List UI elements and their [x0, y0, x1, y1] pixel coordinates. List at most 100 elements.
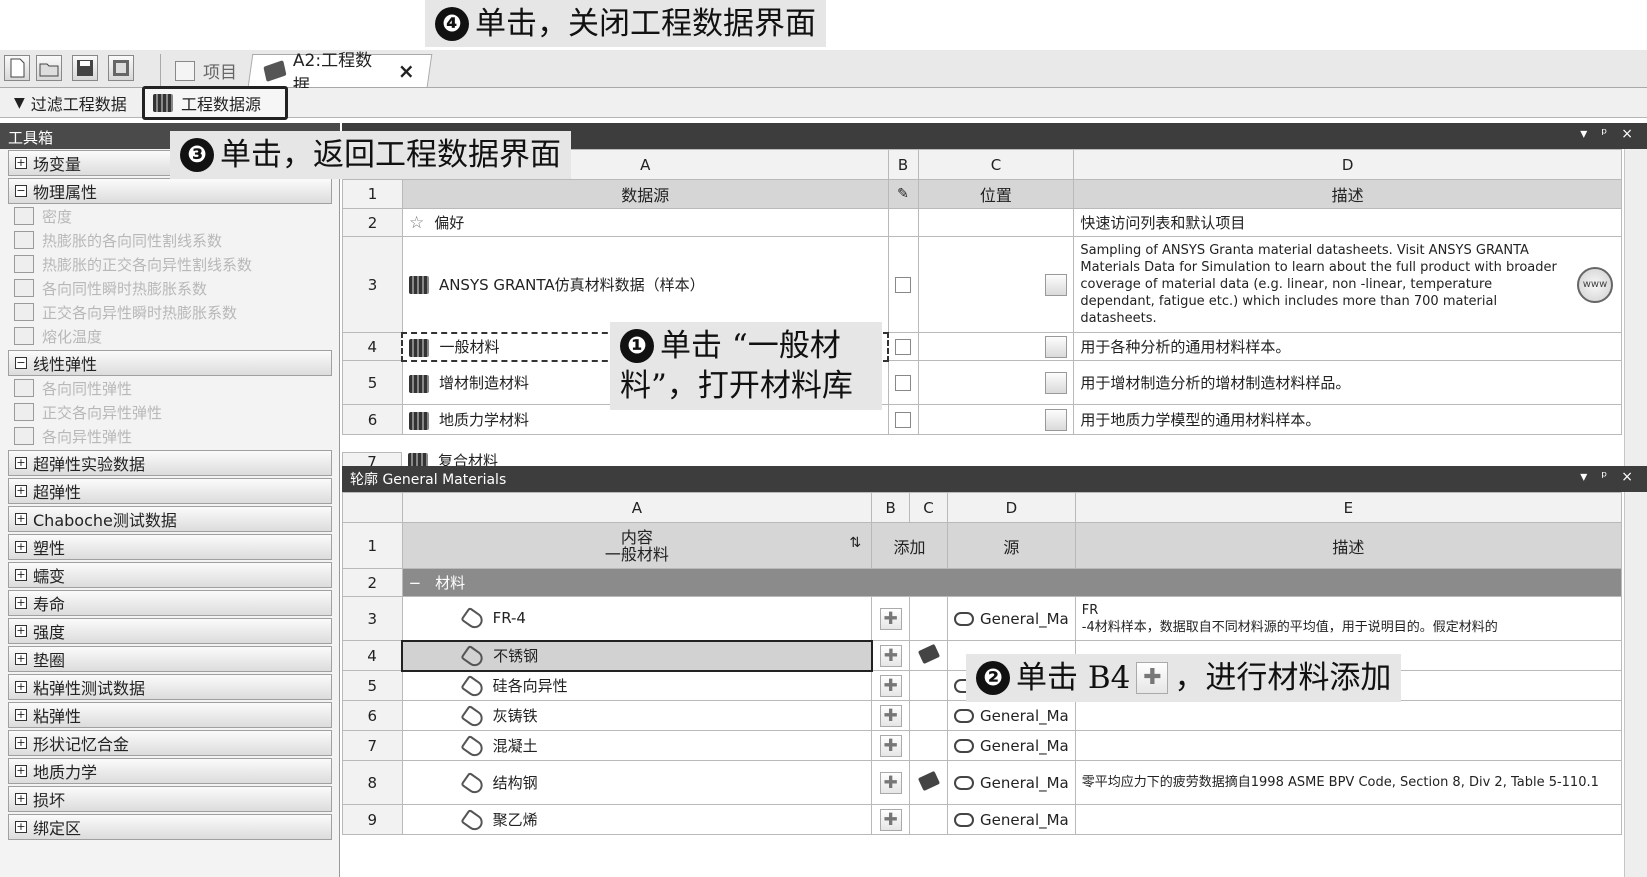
table-row[interactable]: 9 聚乙烯 ✚ General_Ma	[342, 804, 1623, 835]
expand-icon[interactable]: +	[15, 709, 27, 721]
column-header[interactable]: C	[917, 149, 1075, 180]
toolbox-item[interactable]: 正交各向异性弹性	[14, 401, 162, 423]
table-row[interactable]: 5 增材制造材料 用于增材制造分析的增材制造材料样品。	[342, 360, 1622, 405]
expand-icon[interactable]: +	[15, 821, 27, 833]
expand-icon[interactable]: +	[15, 597, 27, 609]
panel-pin-icon[interactable]: ᵖ	[1601, 469, 1607, 485]
expand-icon[interactable]: +	[15, 793, 27, 805]
collapse-icon[interactable]: −	[15, 357, 27, 369]
browse-icon[interactable]	[1045, 371, 1068, 394]
toolbox-cat-linear-elastic[interactable]: − 线性弹性	[8, 350, 332, 376]
open-folder-icon[interactable]	[36, 55, 62, 81]
save-as-icon[interactable]	[108, 55, 134, 81]
source-cell[interactable]: 复合材料	[408, 452, 498, 466]
edit-pencil-icon[interactable]: ✎	[887, 179, 919, 209]
table-row[interactable]: 3 FR-4 ✚ General_Ma FR -4材料样本，数据取自不同材料源的…	[342, 596, 1623, 641]
save-icon[interactable]	[72, 55, 98, 81]
column-header[interactable]: D	[947, 492, 1076, 523]
expand-icon[interactable]: +	[15, 737, 27, 749]
toolbox-cat-geomechanics[interactable]: + 地质力学	[8, 758, 332, 784]
table-row[interactable]: 2 ☆ 偏好 快速访问列表和默认项目	[342, 208, 1622, 237]
column-header[interactable]: D	[1073, 149, 1622, 180]
panel-dropdown-icon[interactable]: ▾	[1580, 469, 1587, 485]
panel-close-icon[interactable]: ×	[1621, 126, 1633, 142]
toolbox-cat-bonded-zone[interactable]: + 绑定区	[8, 814, 332, 840]
www-icon[interactable]: www	[1577, 267, 1613, 303]
toolbox-cat-viscoelastic[interactable]: + 粘弹性	[8, 702, 332, 728]
browse-icon[interactable]	[1045, 335, 1068, 358]
toolbox-cat-viscoelastic-test[interactable]: + 粘弹性测试数据	[8, 674, 332, 700]
panel-dropdown-icon[interactable]: ▾	[1580, 126, 1587, 142]
toolbox-item[interactable]: 密度	[14, 205, 72, 227]
expand-icon[interactable]: +	[15, 157, 27, 169]
table-row[interactable]: 6 地质力学材料 用于地质力学模型的通用材料样本。	[342, 404, 1622, 435]
add-material-button-b4[interactable]: ✚	[879, 644, 902, 667]
toolbox-item[interactable]: 热膨胀的各向同性割线系数	[14, 229, 222, 251]
column-header[interactable]: C	[909, 492, 948, 523]
add-material-button[interactable]: ✚	[879, 704, 902, 727]
edit-checkbox[interactable]	[895, 375, 911, 391]
browse-icon[interactable]	[1045, 408, 1068, 431]
material-cell[interactable]: 硅各向异性	[401, 670, 873, 701]
add-material-button[interactable]: ✚	[879, 771, 902, 794]
edit-checkbox[interactable]	[895, 339, 912, 355]
toolbox-cat-physical-properties[interactable]: − 物理属性	[8, 178, 332, 204]
material-cell[interactable]: 灰铸铁	[401, 700, 873, 731]
toolbox-cat-life[interactable]: + 寿命	[8, 590, 332, 616]
toolbox-cat-creep[interactable]: + 蠕变	[8, 562, 332, 588]
expand-icon[interactable]: +	[15, 513, 27, 525]
material-cell[interactable]: 结构钢	[401, 760, 873, 805]
add-material-button[interactable]: ✚	[879, 607, 902, 630]
expand-icon[interactable]: +	[15, 457, 27, 469]
table-row[interactable]: 3 ANSYS GRANTA仿真材料数据（样本） Sampling of ANS…	[342, 236, 1622, 333]
expand-icon[interactable]: +	[15, 653, 27, 665]
table-row[interactable]: 4 一般材料 用于各种分析的通用材料样本。	[342, 331, 1622, 362]
material-cell[interactable]: 混凝土	[401, 730, 873, 761]
panel-pin-icon[interactable]: ᵖ	[1601, 126, 1607, 142]
browse-icon[interactable]	[1045, 273, 1068, 296]
edit-checkbox[interactable]	[895, 277, 911, 293]
sources-scrollbar[interactable]	[1624, 149, 1647, 466]
add-material-button[interactable]: ✚	[879, 674, 902, 697]
toolbox-cat-damage[interactable]: + 损坏	[8, 786, 332, 812]
collapse-icon[interactable]: −	[409, 574, 422, 592]
toolbox-cat-shape-memory-alloy[interactable]: + 形状记忆合金	[8, 730, 332, 756]
material-cell[interactable]: 不锈钢	[401, 639, 873, 672]
toolbox-item[interactable]: 各向同性弹性	[14, 377, 132, 399]
toolbox-item[interactable]: 熔化温度	[14, 325, 102, 347]
add-material-button[interactable]: ✚	[879, 808, 902, 831]
group-row[interactable]: 2 − 材料	[342, 568, 1623, 597]
toolbox-cat-plasticity[interactable]: + 塑性	[8, 534, 332, 560]
table-row[interactable]: 7 混凝土 ✚ General_Ma	[342, 730, 1623, 761]
new-file-icon[interactable]	[4, 55, 30, 81]
table-row[interactable]: 8 结构钢 ✚ General_Ma 零平均应力下的疲劳数据摘自1998 ASM…	[342, 760, 1623, 805]
collapse-icon[interactable]: −	[15, 185, 27, 197]
toolbox-item[interactable]: 各向异性弹性	[14, 425, 132, 447]
column-header[interactable]: A	[401, 492, 873, 523]
add-material-button[interactable]: ✚	[879, 734, 902, 757]
toolbox-cat-strength[interactable]: + 强度	[8, 618, 332, 644]
outline-scrollbar[interactable]	[1624, 492, 1647, 877]
toolbox-item[interactable]: 热膨胀的正交各向异性割线系数	[14, 253, 252, 275]
expand-icon[interactable]: +	[15, 485, 27, 497]
close-tab-icon[interactable]: ×	[398, 59, 415, 83]
engineering-data-sources-button[interactable]: 工程数据源	[142, 86, 288, 120]
toolbox-cat-hyperelastic[interactable]: + 超弹性	[8, 478, 332, 504]
source-cell[interactable]: ANSYS GRANTA仿真材料数据（样本）	[401, 236, 889, 333]
toolbox-cat-gasket[interactable]: + 垫圈	[8, 646, 332, 672]
toolbox-cat-chaboche[interactable]: + Chaboche测试数据	[8, 506, 332, 532]
expand-icon[interactable]: +	[15, 569, 27, 581]
material-cell[interactable]: FR-4	[401, 596, 873, 641]
expand-icon[interactable]: +	[15, 541, 27, 553]
group-label-cell[interactable]: − 材料	[401, 568, 1623, 597]
filter-engineering-data-button[interactable]: ▼ 过滤工程数据	[14, 90, 127, 116]
tab-engineering-data[interactable]: A2:工程数据 ×	[247, 51, 433, 96]
expand-icon[interactable]: +	[15, 681, 27, 693]
panel-close-icon[interactable]: ×	[1621, 469, 1633, 485]
edit-checkbox[interactable]	[895, 412, 911, 428]
toolbox-cat-hyperelastic-test[interactable]: + 超弹性实验数据	[8, 450, 332, 476]
material-cell[interactable]: 聚乙烯	[401, 804, 873, 835]
expand-icon[interactable]: +	[15, 625, 27, 637]
expand-icon[interactable]: +	[15, 765, 27, 777]
source-cell[interactable]: ☆ 偏好	[401, 208, 889, 237]
